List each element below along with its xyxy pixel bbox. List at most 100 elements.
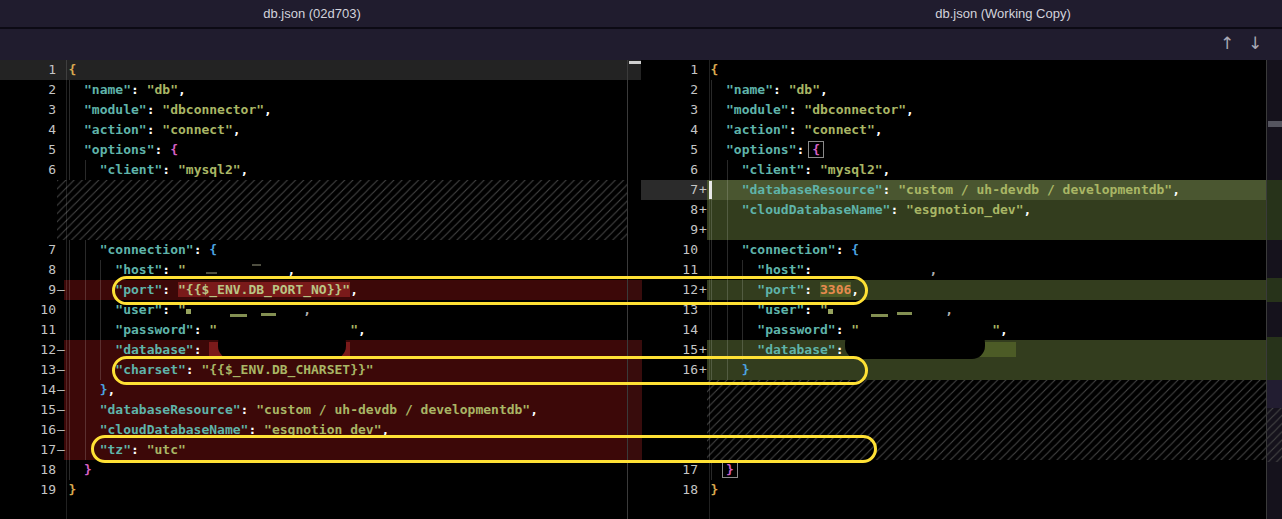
line-number: 8 — [0, 260, 56, 280]
code-token: "host" — [115, 262, 162, 277]
code-line[interactable]: "module": "dbconnector", — [68, 100, 272, 120]
line-number: 14 — [0, 380, 56, 400]
diff-line-background — [707, 220, 1266, 240]
highlight-oval-annotation — [112, 276, 868, 305]
code-token: } — [710, 482, 718, 497]
code-token — [68, 82, 84, 97]
code-token: : — [789, 102, 797, 117]
code-line[interactable]: } — [68, 460, 91, 480]
highlight-oval-annotation — [91, 435, 877, 463]
code-token — [710, 82, 726, 97]
right-pane-title: db.json (Working Copy) — [803, 0, 1203, 28]
code-token — [710, 182, 741, 197]
line-number: 19 — [0, 480, 56, 500]
code-line[interactable]: "action": "connect", — [68, 120, 240, 140]
code-line[interactable]: } — [710, 460, 733, 480]
code-token: "connect" — [804, 122, 874, 137]
line-number: 9 — [0, 280, 56, 300]
code-token: "cloudDatabaseName" — [742, 202, 891, 217]
code-line[interactable]: "name": "db", — [710, 80, 827, 100]
code-token — [710, 242, 741, 257]
line-number: 14 — [641, 320, 698, 340]
code-line[interactable]: "client": "mysql2", — [68, 160, 248, 180]
code-token: "module" — [84, 102, 147, 117]
code-token: "db" — [789, 82, 820, 97]
code-line[interactable]: }, — [68, 380, 115, 400]
code-token: : — [773, 82, 781, 97]
redaction-blob — [218, 330, 346, 359]
code-token — [68, 322, 115, 337]
code-line[interactable]: { — [710, 60, 718, 80]
code-token — [68, 102, 84, 117]
code-line[interactable]: "connection": { — [68, 240, 217, 260]
code-token: "custom / uh-devdb / developmentdb" — [256, 402, 530, 417]
scrollbar-thumb[interactable] — [1268, 121, 1282, 127]
code-token: , — [108, 382, 116, 397]
code-token: , — [288, 262, 296, 277]
code-line[interactable]: "options": { — [68, 140, 178, 160]
diff-line-background — [0, 60, 641, 80]
code-token: { — [851, 242, 859, 257]
code-token: , — [945, 302, 953, 317]
code-token: "databaseResource" — [742, 182, 883, 197]
line-number: 5 — [641, 140, 698, 160]
arrow-up-icon: ↑ — [1220, 33, 1234, 53]
code-token: " — [178, 262, 186, 277]
line-number: 3 — [0, 100, 56, 120]
diff-filler-hatch — [57, 180, 627, 240]
code-token: "client" — [742, 162, 805, 177]
code-token: , — [820, 82, 828, 97]
code-token: : — [789, 122, 797, 137]
code-token: "connect" — [162, 122, 232, 137]
next-change-button[interactable]: ↓ — [1242, 30, 1268, 56]
code-line[interactable]: } — [710, 480, 718, 500]
code-line[interactable]: "module": "dbconnector", — [710, 100, 914, 120]
previous-change-button[interactable]: ↑ — [1214, 30, 1240, 56]
code-token: "dbconnector" — [162, 102, 264, 117]
code-line[interactable]: "action": "connect", — [710, 120, 882, 140]
code-token: , — [178, 82, 186, 97]
line-number: 17 — [641, 460, 698, 480]
code-line[interactable]: "connection": { — [710, 240, 859, 260]
line-number: 6 — [0, 160, 56, 180]
code-token — [710, 202, 741, 217]
code-token: , — [930, 262, 938, 277]
code-token: { — [209, 242, 217, 257]
scrollbar-filler-hatch — [1267, 408, 1282, 462]
line-number: 5 — [0, 140, 56, 160]
line-number: 8 — [641, 200, 698, 220]
code-line[interactable]: "name": "db", — [68, 80, 185, 100]
diff-header: db.json (02d703) db.json (Working Copy) … — [0, 0, 1282, 60]
code-token: } — [723, 462, 737, 477]
code-token: "mysql2" — [178, 162, 241, 177]
line-number: 4 — [0, 120, 56, 140]
code-token — [710, 122, 726, 137]
indent-guide — [727, 220, 728, 240]
code-token: "name" — [726, 82, 773, 97]
code-line[interactable]: "options": { — [710, 140, 820, 160]
code-line[interactable]: "databaseResource": "custom / uh-devdb /… — [68, 400, 538, 420]
scrollbar-diff-mark — [1267, 337, 1282, 380]
code-line[interactable]: "cloudDatabaseName": "esgnotion_dev", — [710, 200, 1031, 220]
line-number: 3 — [641, 100, 698, 120]
line-number: 10 — [0, 300, 56, 320]
added-line-marker: + — [699, 200, 709, 220]
code-line[interactable]: "databaseResource": "custom / uh-devdb /… — [710, 180, 1180, 200]
code-token: "module" — [726, 102, 789, 117]
code-token — [68, 382, 99, 397]
code-line[interactable]: "client": "mysql2", — [710, 160, 890, 180]
code-line[interactable]: } — [68, 480, 76, 500]
code-line[interactable]: { — [68, 60, 76, 80]
redacted-text-remnant — [261, 313, 276, 316]
code-token: "client" — [100, 162, 163, 177]
scrollbar-thumb[interactable] — [629, 61, 641, 64]
line-number: 18 — [641, 480, 698, 500]
code-token — [68, 162, 99, 177]
code-token — [162, 142, 170, 157]
redacted-text-remnant — [897, 312, 912, 315]
line-number: 2 — [0, 80, 56, 100]
code-token: "database" — [757, 342, 835, 357]
code-token: , — [241, 162, 249, 177]
code-token: , — [1172, 182, 1180, 197]
diff-editor-window: db.json (02d703) db.json (Working Copy) … — [0, 0, 1282, 519]
